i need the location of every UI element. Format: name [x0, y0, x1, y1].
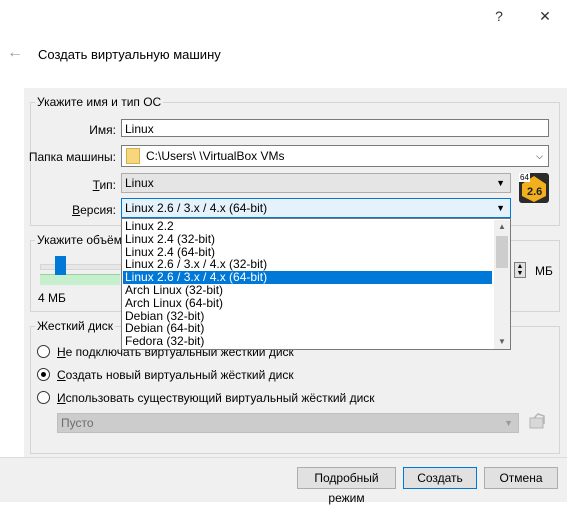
version-dropdown-list[interactable]: Linux 2.2 Linux 2.4 (32-bit) Linux 2.4 (64…	[121, 218, 511, 350]
memory-unit-label: МБ	[535, 264, 553, 278]
wizard-title: Создать виртуальную машину	[38, 47, 221, 62]
triangle-down-icon: ▼	[496, 178, 505, 188]
memory-slider-handle[interactable]	[55, 256, 66, 275]
create-disk-radio[interactable]	[37, 368, 50, 381]
os-badge-bits: 64	[520, 173, 529, 182]
memory-group-title: Укажите объём п	[35, 233, 134, 247]
version-option[interactable]: Fedora (32-bit)	[123, 335, 492, 348]
close-button[interactable]: ✕	[533, 6, 557, 26]
name-os-group-title: Укажите имя и тип ОС	[35, 95, 164, 109]
choose-disk-file-icon	[528, 412, 548, 432]
triangle-down-icon: ▼	[504, 418, 513, 428]
version-select[interactable]: Linux 2.6 / 3.x / 4.x (64-bit) ▼	[121, 198, 511, 218]
folder-select[interactable]: C:\Users\ \VirtualBox VMs ⌵	[121, 145, 549, 167]
linux-os-icon: 64 2.6	[518, 172, 550, 204]
triangle-down-icon: ▼	[496, 203, 505, 213]
folder-value: C:\Users\ \VirtualBox VMs	[146, 149, 285, 163]
type-label: Тип:	[92, 178, 116, 192]
button-bar	[0, 457, 567, 502]
existing-disk-value: Пусто	[61, 416, 94, 430]
version-option[interactable]: Arch Linux (64-bit)	[123, 296, 492, 310]
scroll-down-icon[interactable]: ▼	[494, 335, 510, 349]
help-button[interactable]: ?	[487, 6, 511, 26]
memory-slider-good-range	[40, 274, 120, 285]
version-option[interactable]: Linux 2.4 (32-bit)	[123, 232, 492, 246]
expert-mode-button[interactable]: Подробный режим	[297, 467, 396, 505]
existing-disk-select: Пусто ▼	[57, 413, 519, 433]
create-disk-label[interactable]: Создать новый виртуальный жёсткий диск	[57, 368, 294, 382]
memory-slider-track[interactable]	[40, 264, 132, 270]
folder-icon	[126, 148, 140, 164]
cancel-button[interactable]: Отмена	[484, 467, 558, 489]
scroll-thumb[interactable]	[496, 236, 508, 268]
dropdown-scrollbar[interactable]: ▲ ▼	[494, 220, 510, 349]
existing-disk-radio[interactable]	[37, 391, 50, 404]
chevron-down-icon: ⌵	[536, 151, 543, 161]
memory-spinner[interactable]: ▲ ▼	[514, 262, 526, 278]
type-select[interactable]: Linux ▼	[121, 173, 511, 193]
name-input[interactable]: Linux	[121, 119, 549, 137]
back-arrow-icon[interactable]: ←	[6, 44, 24, 62]
memory-min-label: 4 МБ	[38, 291, 66, 305]
version-value: Linux 2.6 / 3.x / 4.x (64-bit)	[125, 201, 268, 215]
version-label: Версия:	[72, 203, 116, 217]
hard-disk-group-title: Жесткий диск	[35, 319, 116, 333]
type-value: Linux	[125, 176, 154, 190]
scroll-up-icon[interactable]: ▲	[494, 220, 510, 234]
create-button[interactable]: Создать	[403, 467, 477, 489]
no-disk-radio[interactable]	[37, 345, 50, 358]
existing-disk-label[interactable]: Использовать существующий виртуальный жё…	[57, 391, 375, 405]
folder-label: Папка машины:	[28, 150, 116, 164]
name-label: Имя:	[89, 123, 116, 137]
os-badge-version: 2.6	[527, 186, 543, 198]
